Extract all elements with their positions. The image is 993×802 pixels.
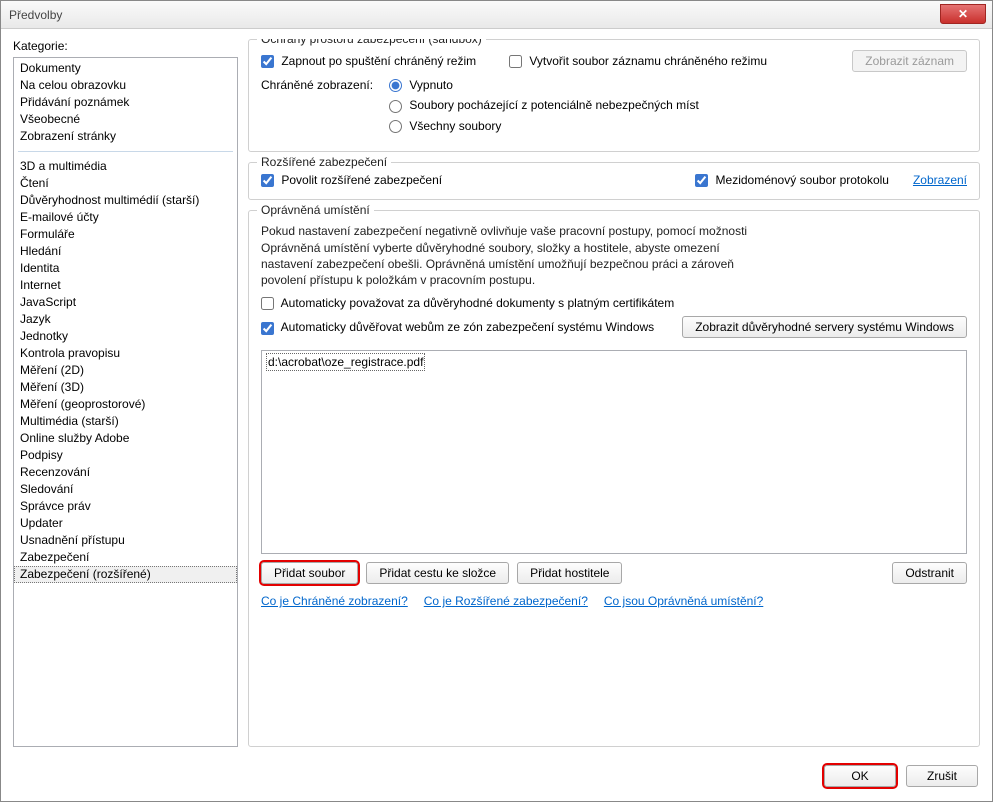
checkbox-enable-enhanced-input[interactable] <box>261 174 274 187</box>
category-item[interactable]: 3D a multimédia <box>14 158 237 175</box>
category-item[interactable]: Hledání <box>14 243 237 260</box>
category-item[interactable]: Jazyk <box>14 311 237 328</box>
cancel-button[interactable]: Zrušit <box>906 765 978 787</box>
category-item[interactable]: Podpisy <box>14 447 237 464</box>
category-item[interactable]: Recenzování <box>14 464 237 481</box>
category-item[interactable]: Updater <box>14 515 237 532</box>
category-item[interactable]: Dokumenty <box>14 60 237 77</box>
group-sandbox-title: Ochrany prostoru zabezpečení (sandbox) <box>257 39 486 46</box>
checkbox-auto-win[interactable]: Automaticky důvěřovat webům ze zón zabez… <box>261 320 674 334</box>
checkbox-auto-cert[interactable]: Automaticky považovat za důvěryhodné dok… <box>261 296 674 310</box>
category-item[interactable]: Sledování <box>14 481 237 498</box>
radio-unsafe-input[interactable] <box>389 100 402 113</box>
radio-unsafe[interactable]: Soubory pocházející z potenciálně nebezp… <box>389 98 699 112</box>
left-panel: Kategorie: Dokumenty Na celou obrazovku … <box>13 39 238 747</box>
footer: OK Zrušit <box>1 757 992 801</box>
checkbox-crossdomain-input[interactable] <box>695 174 708 187</box>
category-item[interactable]: JavaScript <box>14 294 237 311</box>
add-folder-button[interactable]: Přidat cestu ke složce <box>366 562 509 584</box>
category-item[interactable]: Měření (2D) <box>14 362 237 379</box>
categories-label: Kategorie: <box>13 39 238 53</box>
category-item[interactable]: Všeobecné <box>14 111 237 128</box>
add-file-button[interactable]: Přidat soubor <box>261 562 358 584</box>
group-privileged-title: Oprávněná umístění <box>257 203 374 217</box>
checkbox-crossdomain[interactable]: Mezidoménový soubor protokolu <box>695 173 889 187</box>
radio-off-input[interactable] <box>389 79 402 92</box>
show-log-button[interactable]: Zobrazit záznam <box>852 50 967 72</box>
protected-view-radios: Vypnuto Soubory pocházející z potenciáln… <box>389 78 699 133</box>
category-item[interactable]: Správce práv <box>14 498 237 515</box>
category-item[interactable]: E-mailové účty <box>14 209 237 226</box>
category-item[interactable]: Důvěryhodnost multimédií (starší) <box>14 192 237 209</box>
crossdomain-view-link[interactable]: Zobrazení <box>913 173 967 187</box>
window-title: Předvolby <box>9 8 62 22</box>
close-icon: ✕ <box>958 7 968 21</box>
list-item[interactable]: d:\acrobat\oze_registrace.pdf <box>266 353 425 371</box>
group-sandbox: Ochrany prostoru zabezpečení (sandbox) Z… <box>248 39 980 152</box>
content: Kategorie: Dokumenty Na celou obrazovku … <box>1 29 992 757</box>
checkbox-auto-cert-input[interactable] <box>261 297 274 310</box>
category-item[interactable]: Kontrola pravopisu <box>14 345 237 362</box>
help-links: Co je Chráněné zobrazení? Co je Rozšířen… <box>261 594 967 608</box>
privileged-buttons: Přidat soubor Přidat cestu ke složce Při… <box>261 562 967 584</box>
radio-all-input[interactable] <box>389 120 402 133</box>
group-privileged: Oprávněná umístění Pokud nastavení zabez… <box>248 210 980 747</box>
help-enhanced-security[interactable]: Co je Rozšířené zabezpečení? <box>424 594 588 608</box>
titlebar: Předvolby ✕ <box>1 1 992 29</box>
checkbox-auto-win-input[interactable] <box>261 322 274 335</box>
group-enhanced: Rozšířené zabezpečení Povolit rozšířené … <box>248 162 980 200</box>
category-divider <box>18 151 233 152</box>
category-item[interactable]: Formuláře <box>14 226 237 243</box>
category-item[interactable]: Měření (geoprostorové) <box>14 396 237 413</box>
help-protected-view[interactable]: Co je Chráněné zobrazení? <box>261 594 408 608</box>
category-item-selected[interactable]: Zabezpečení (rozšířené) <box>14 566 237 583</box>
category-item[interactable]: Měření (3D) <box>14 379 237 396</box>
privileged-description: Pokud nastavení zabezpečení negativně ov… <box>261 223 967 288</box>
checkbox-create-log-input[interactable] <box>509 55 522 68</box>
checkbox-enable-protected[interactable]: Zapnout po spuštění chráněný režim <box>261 54 501 68</box>
radio-off[interactable]: Vypnuto <box>389 78 453 92</box>
category-item[interactable]: Online služby Adobe <box>14 430 237 447</box>
protected-view-label: Chráněné zobrazení: <box>261 78 381 92</box>
privileged-list[interactable]: d:\acrobat\oze_registrace.pdf <box>261 350 967 554</box>
checkbox-create-log[interactable]: Vytvořit soubor záznamu chráněného režim… <box>509 54 844 68</box>
right-panel: Ochrany prostoru zabezpečení (sandbox) Z… <box>248 39 980 747</box>
show-win-servers-button[interactable]: Zobrazit důvěryhodné servery systému Win… <box>682 316 967 338</box>
category-item[interactable]: Multimédia (starší) <box>14 413 237 430</box>
category-item[interactable]: Internet <box>14 277 237 294</box>
category-item[interactable]: Identita <box>14 260 237 277</box>
group-enhanced-title: Rozšířené zabezpečení <box>257 155 391 169</box>
close-button[interactable]: ✕ <box>940 4 986 24</box>
checkbox-enable-protected-input[interactable] <box>261 55 274 68</box>
category-item[interactable]: Čtení <box>14 175 237 192</box>
remove-button[interactable]: Odstranit <box>892 562 967 584</box>
preferences-window: Předvolby ✕ Kategorie: Dokumenty Na celo… <box>0 0 993 802</box>
checkbox-enable-enhanced[interactable]: Povolit rozšířené zabezpečení <box>261 173 687 187</box>
category-item[interactable]: Přidávání poznámek <box>14 94 237 111</box>
help-privileged-locations[interactable]: Co jsou Oprávněná umístění? <box>604 594 763 608</box>
category-item[interactable]: Zobrazení stránky <box>14 128 237 145</box>
category-item[interactable]: Jednotky <box>14 328 237 345</box>
ok-button[interactable]: OK <box>824 765 896 787</box>
add-host-button[interactable]: Přidat hostitele <box>517 562 622 584</box>
category-item[interactable]: Na celou obrazovku <box>14 77 237 94</box>
category-item[interactable]: Zabezpečení <box>14 549 237 566</box>
category-item[interactable]: Usnadnění přístupu <box>14 532 237 549</box>
radio-all[interactable]: Všechny soubory <box>389 119 501 133</box>
categories-list[interactable]: Dokumenty Na celou obrazovku Přidávání p… <box>13 57 238 747</box>
